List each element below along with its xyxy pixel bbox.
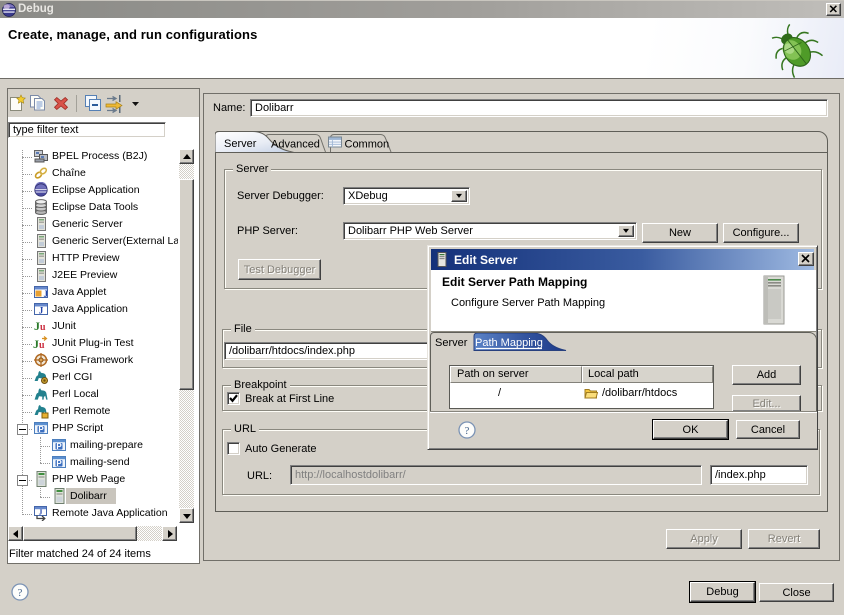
- svg-text:Server: Server: [224, 138, 257, 150]
- svg-text:Common: Common: [345, 139, 390, 151]
- svg-text:u: u: [39, 340, 45, 351]
- svg-text:J: J: [44, 289, 49, 299]
- svg-text:u: u: [40, 322, 46, 333]
- svg-text:?: ?: [18, 587, 23, 599]
- svg-text:P: P: [38, 425, 44, 434]
- svg-text:P: P: [56, 442, 62, 451]
- svg-text:J: J: [39, 306, 44, 316]
- svg-text:Advanced: Advanced: [271, 139, 320, 151]
- svg-text:J: J: [39, 508, 43, 517]
- svg-text:?: ?: [465, 425, 470, 437]
- svg-text:P: P: [56, 459, 62, 468]
